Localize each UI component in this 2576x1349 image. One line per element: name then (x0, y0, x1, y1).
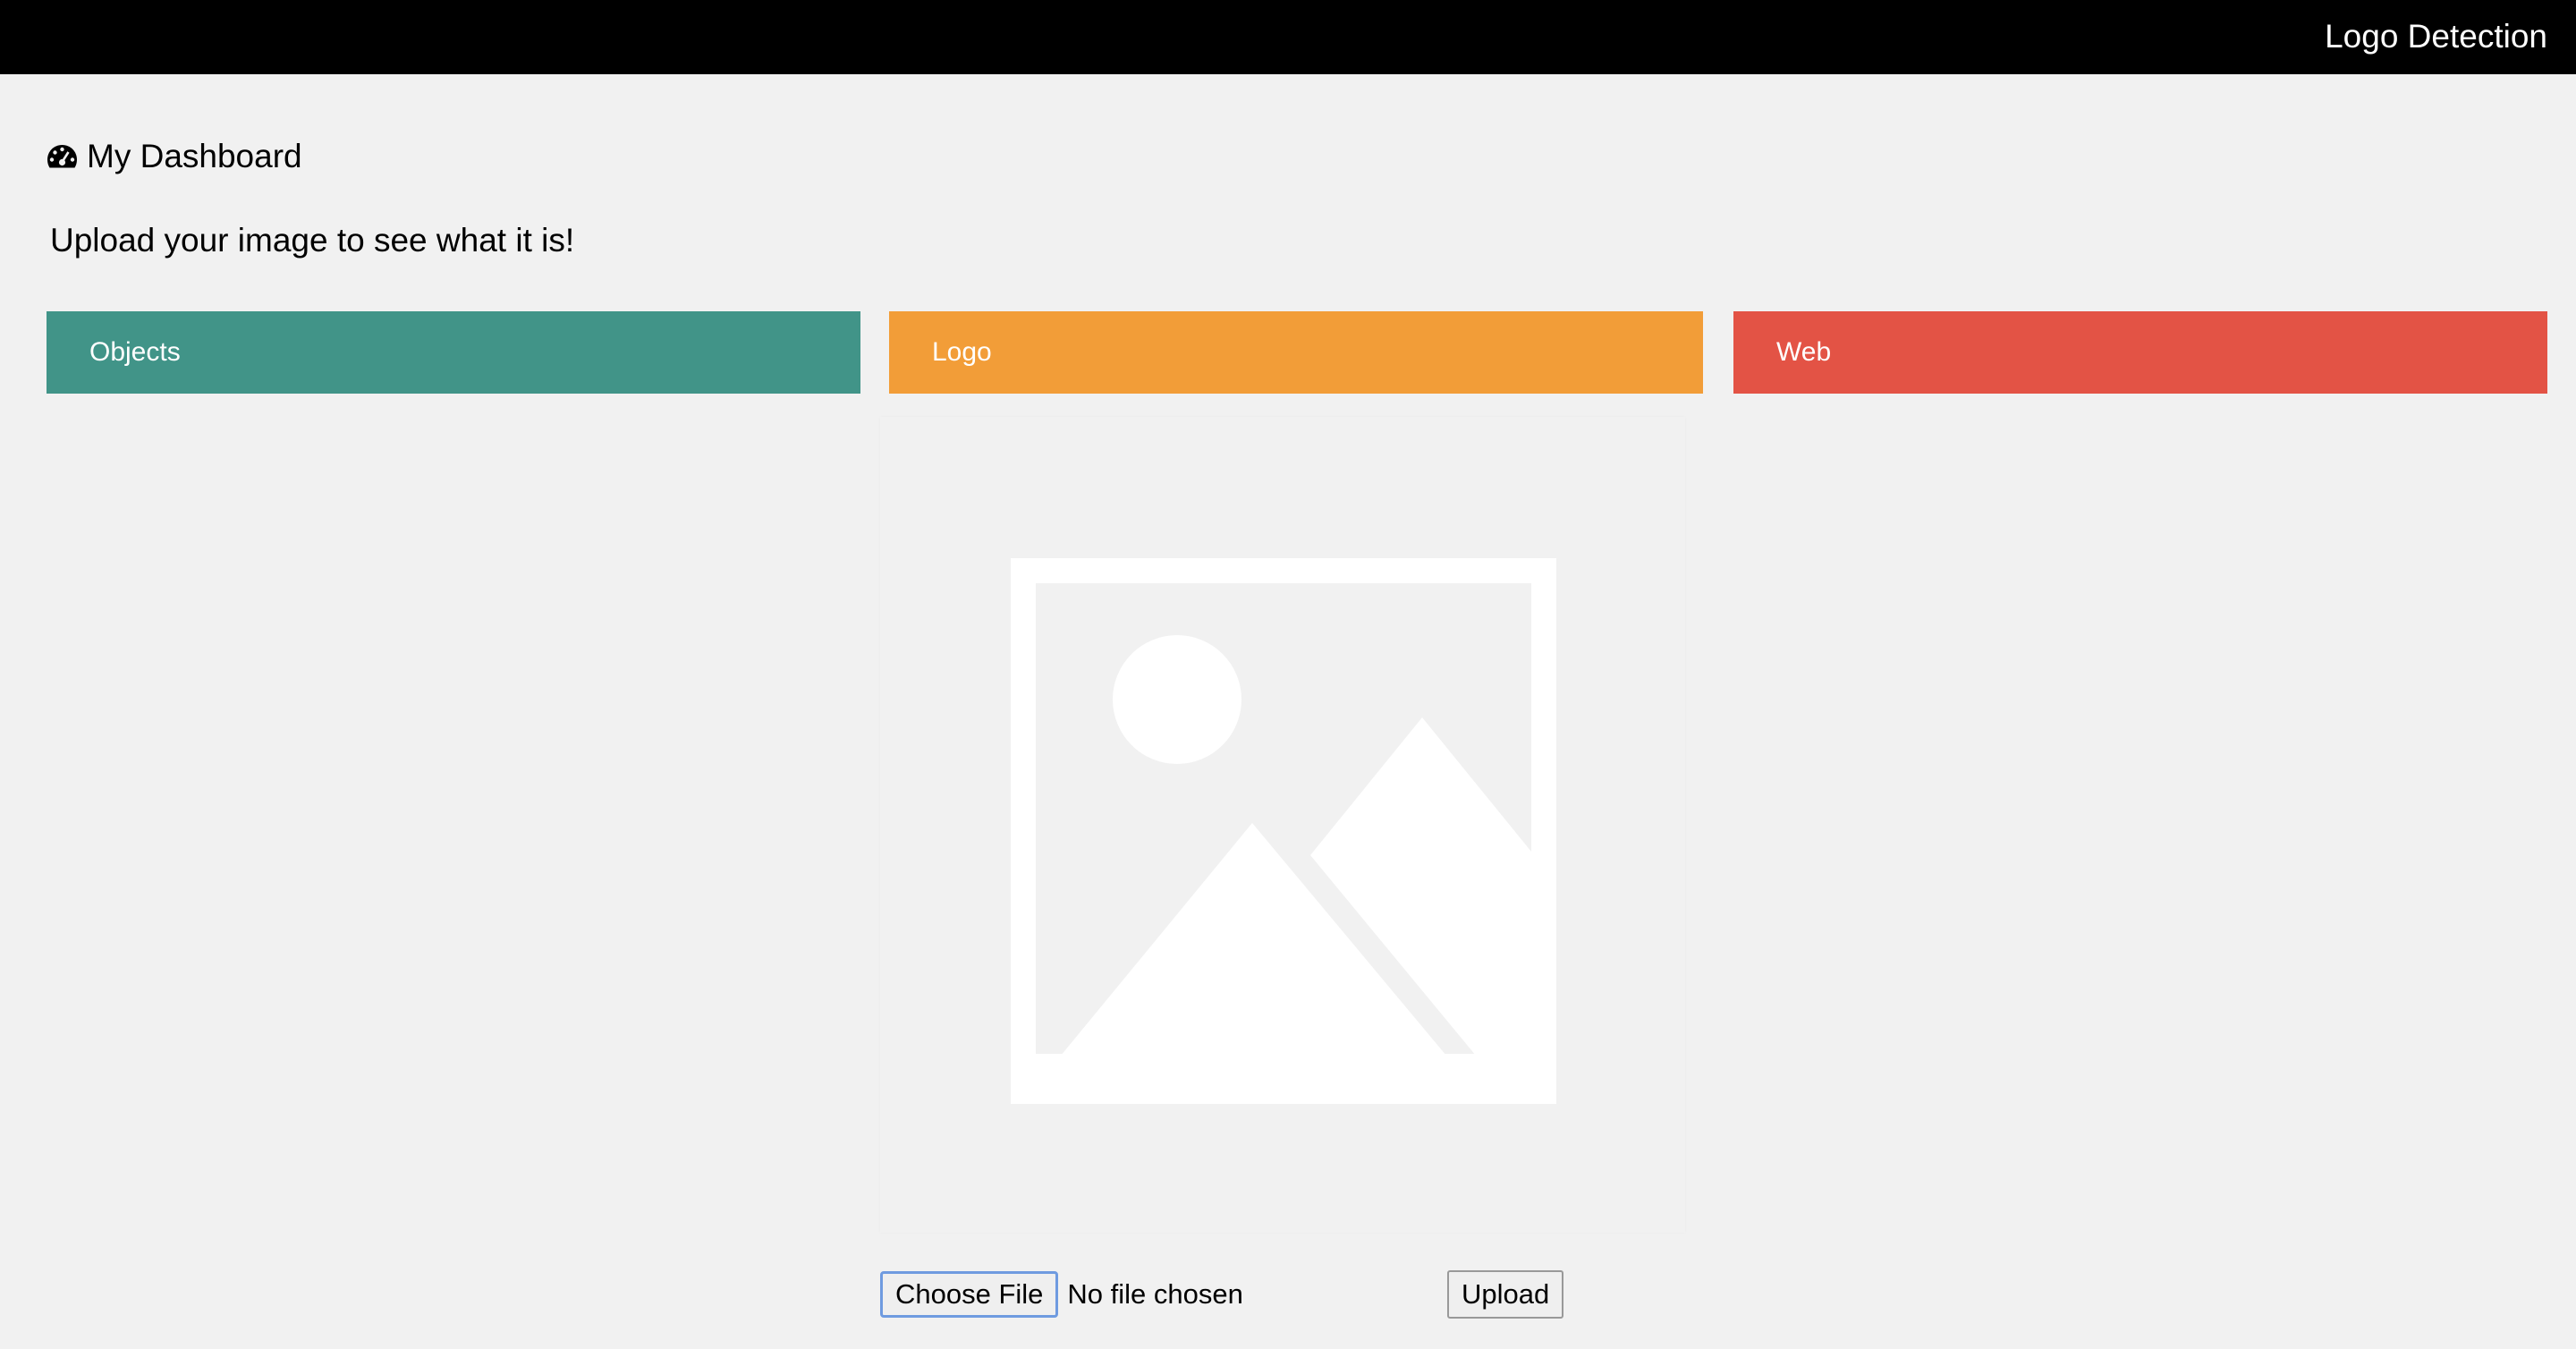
dashboard-icon (47, 142, 78, 171)
web-panel[interactable]: Web (1733, 311, 2547, 394)
image-preview (880, 417, 1685, 1233)
top-navbar: Logo Detection (0, 0, 2576, 74)
image-placeholder-icon (1011, 558, 1556, 1104)
dashboard-header: My Dashboard (47, 136, 302, 177)
page-subtitle: Upload your image to see what it is! (50, 222, 575, 259)
file-input: Choose File No file chosen (880, 1270, 1243, 1319)
app-title[interactable]: Logo Detection (2325, 16, 2547, 57)
choose-file-button[interactable]: Choose File (880, 1271, 1059, 1318)
objects-panel[interactable]: Objects (47, 311, 860, 394)
logo-panel[interactable]: Logo (889, 311, 1703, 394)
upload-button[interactable]: Upload (1447, 1270, 1564, 1319)
file-status-text: No file chosen (1067, 1278, 1243, 1310)
page-title: My Dashboard (87, 138, 302, 174)
